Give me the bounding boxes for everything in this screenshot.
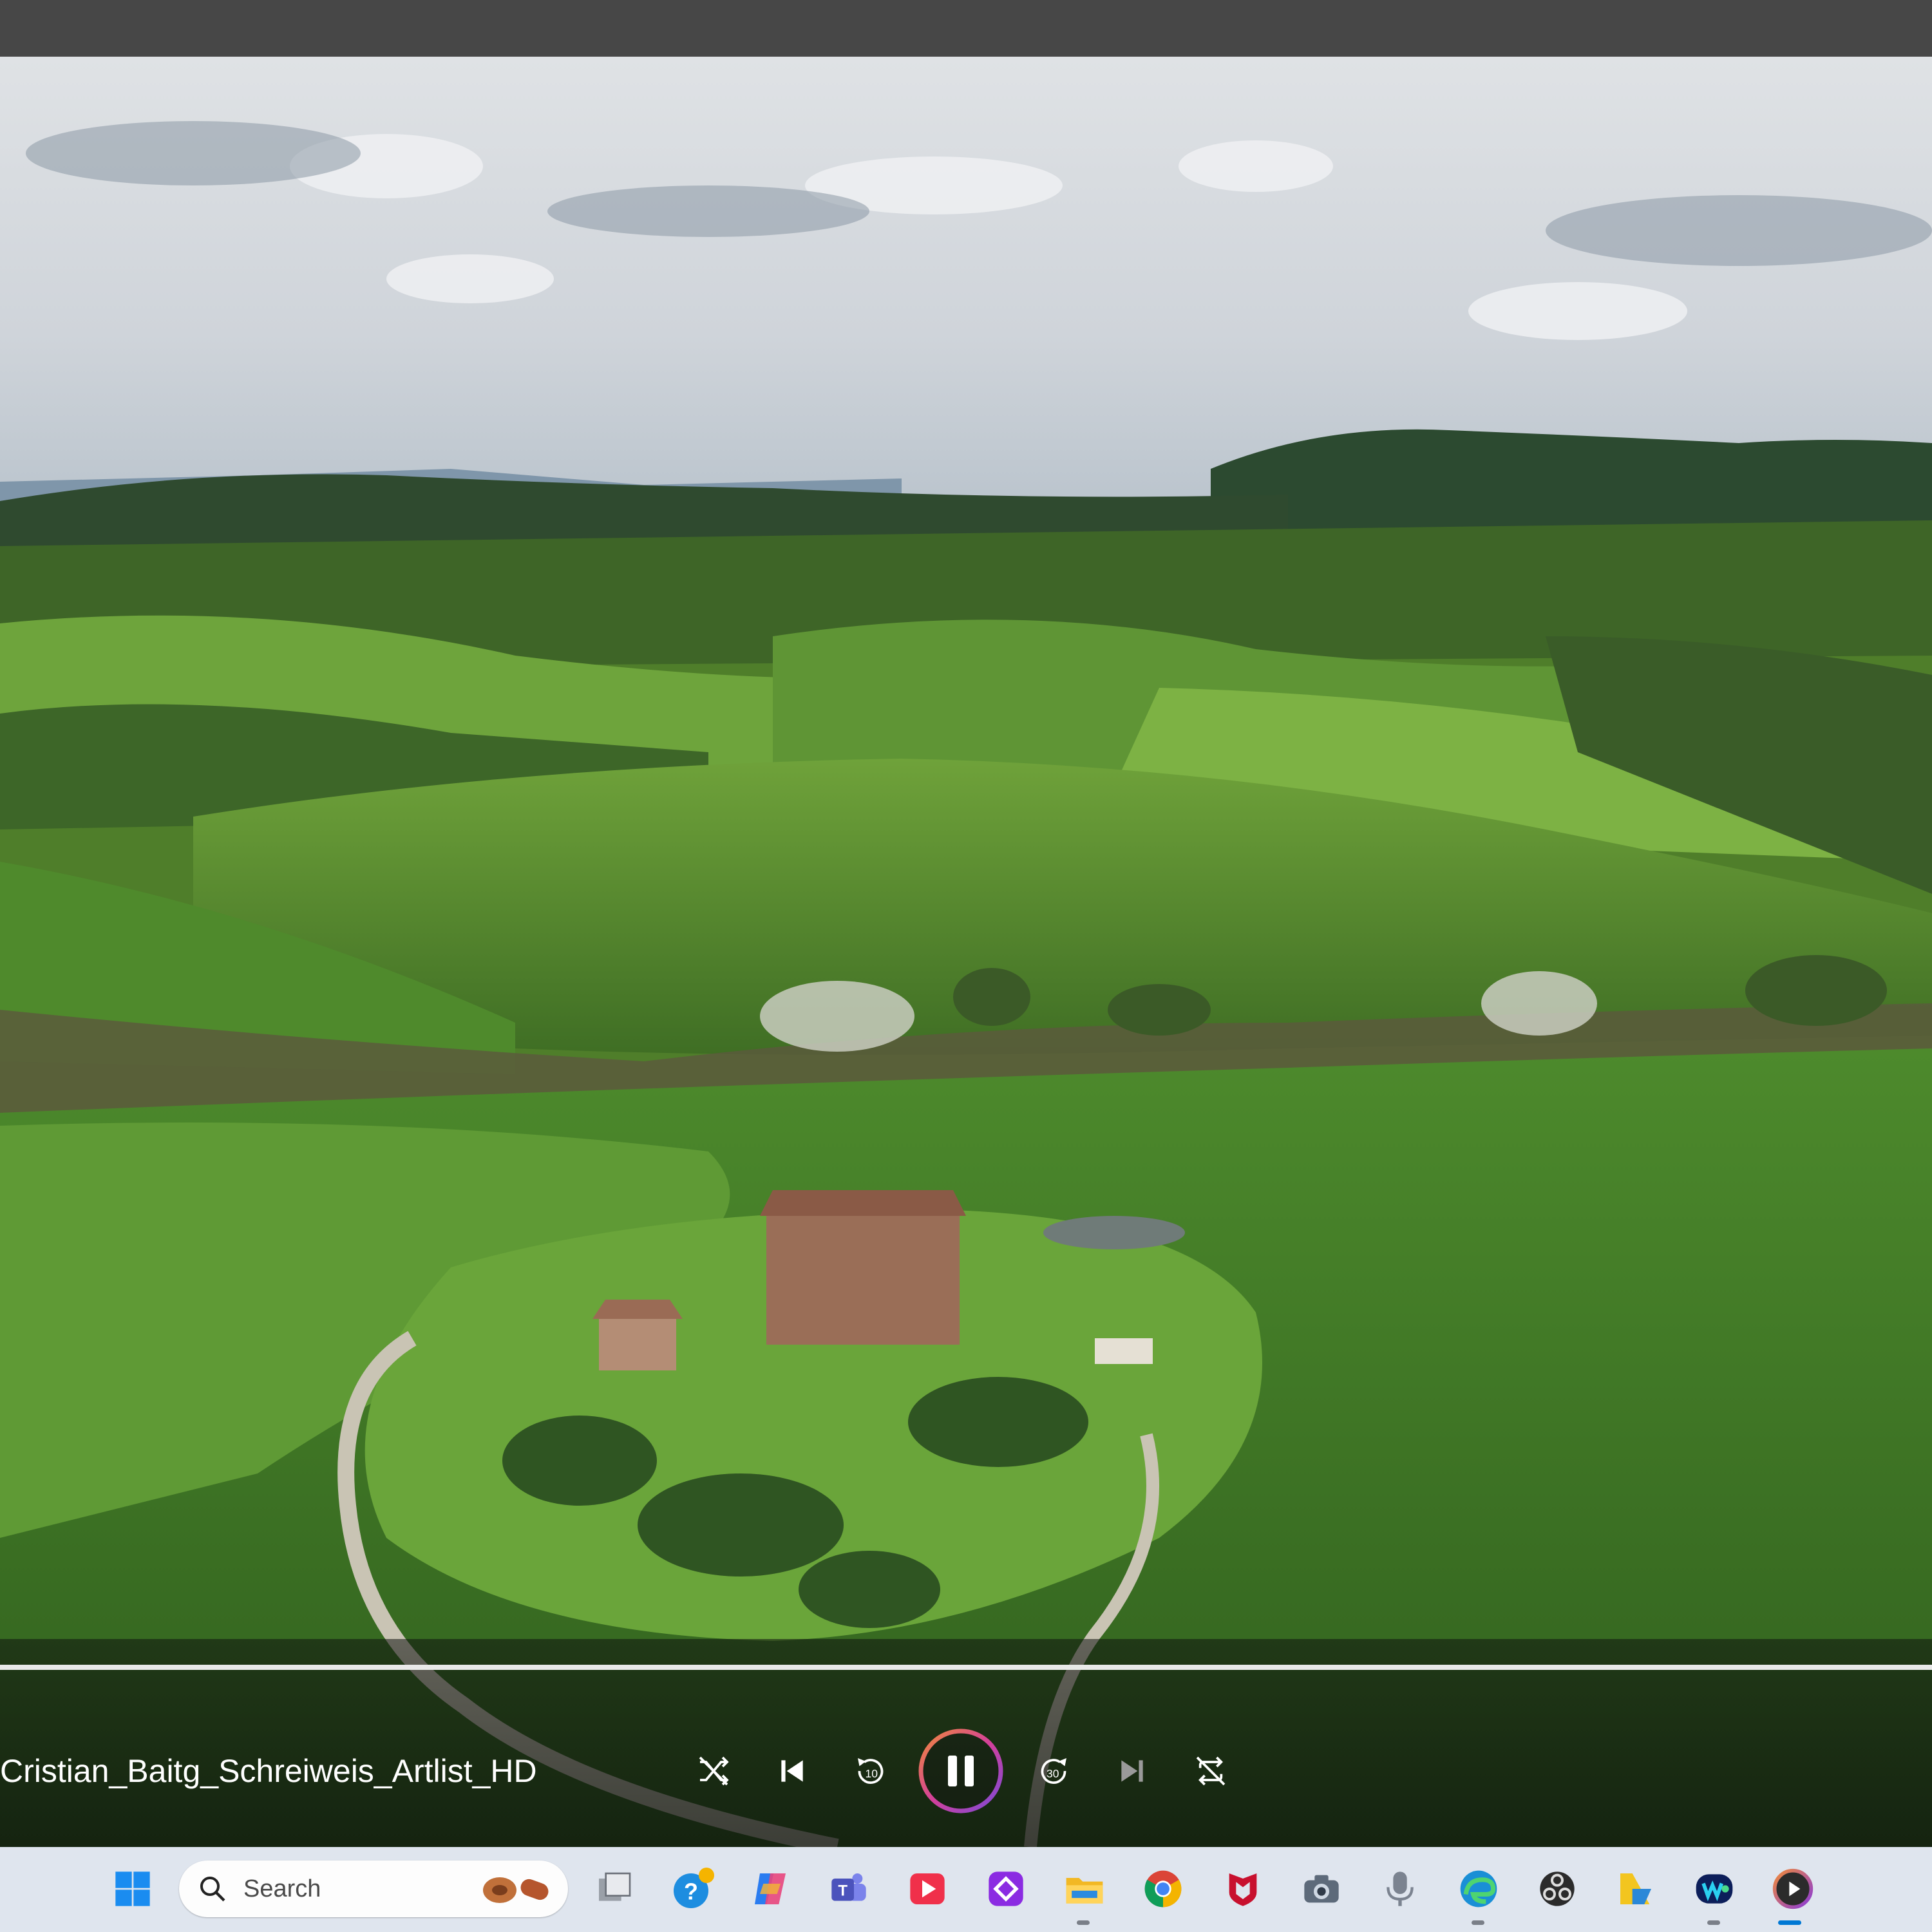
svg-text:T: T (838, 1882, 848, 1900)
copilot-icon (755, 1873, 786, 1904)
search-placeholder: Search (243, 1875, 321, 1902)
search-icon (200, 1877, 225, 1902)
taskbar-folder-app[interactable] (1610, 1863, 1662, 1915)
rewind-seconds: 10 (866, 1767, 878, 1780)
task-view-icon (599, 1872, 631, 1901)
window-title-bar (0, 0, 1932, 57)
microphone-icon (1387, 1871, 1414, 1906)
search-highlight-icon (483, 1877, 549, 1903)
shuffle-icon (699, 1756, 729, 1786)
taskbar-help[interactable]: ? (667, 1863, 719, 1915)
next-button[interactable] (1106, 1745, 1158, 1797)
taskbar-mcafee[interactable] (1217, 1863, 1269, 1915)
forward-icon: 30 (1041, 1758, 1066, 1784)
play-pause-button[interactable] (917, 1727, 1005, 1815)
taskbar-camera[interactable] (1296, 1863, 1347, 1915)
svg-text:?: ? (684, 1879, 698, 1905)
app-icon (989, 1871, 1023, 1906)
rewind-icon: 10 (858, 1758, 884, 1784)
taskbar-media-app[interactable] (902, 1863, 953, 1915)
obs-icon (1540, 1871, 1575, 1906)
seek-bar[interactable] (0, 1665, 1932, 1670)
taskbar-microphone[interactable] (1374, 1863, 1426, 1915)
chrome-icon (1144, 1870, 1182, 1908)
running-indicator (1077, 1920, 1090, 1925)
taskbar-task-view[interactable] (589, 1863, 640, 1915)
video-landscape (0, 57, 1932, 1847)
skip-previous-icon (781, 1760, 803, 1782)
folder-app-icon (1620, 1873, 1651, 1904)
help-icon: ? (674, 1868, 714, 1908)
repeat-button[interactable] (1185, 1745, 1236, 1797)
mcafee-icon (1229, 1873, 1257, 1906)
taskbar-copilot[interactable] (744, 1863, 796, 1915)
track-title: Cristian_Baitg_Schreiweis_Artlist_HD (0, 1753, 537, 1789)
start-icon (115, 1871, 150, 1906)
taskbar-media-player[interactable] (1767, 1863, 1819, 1915)
running-indicator (1472, 1920, 1484, 1925)
seek-bar-fill (0, 1665, 1932, 1670)
shuffle-button[interactable] (688, 1745, 739, 1797)
forward-seconds: 30 (1046, 1767, 1059, 1780)
start-button[interactable] (107, 1863, 158, 1915)
taskbar-webex[interactable] (1689, 1863, 1740, 1915)
taskbar-file-explorer[interactable] (1059, 1863, 1110, 1915)
taskbar-teams[interactable]: T (823, 1863, 875, 1915)
repeat-off-icon (1196, 1756, 1226, 1786)
forward-button[interactable]: 30 (1028, 1745, 1079, 1797)
file-explorer-icon (1066, 1878, 1103, 1904)
webex-icon (1696, 1874, 1733, 1904)
rewind-button[interactable]: 10 (845, 1745, 896, 1797)
taskbar-edge[interactable] (1453, 1863, 1504, 1915)
running-indicator (1707, 1920, 1720, 1925)
taskbar-obs[interactable] (1531, 1863, 1583, 1915)
taskbar-chrome[interactable] (1137, 1863, 1189, 1915)
video-frame[interactable] (0, 57, 1932, 1847)
camera-icon (1304, 1875, 1339, 1903)
active-app-indicator (1778, 1920, 1801, 1925)
previous-button[interactable] (766, 1745, 818, 1797)
teams-icon: T (831, 1873, 866, 1901)
edge-icon (1460, 1870, 1497, 1908)
pause-icon (918, 1728, 1003, 1814)
skip-next-icon (1121, 1760, 1143, 1782)
taskbar-search-box[interactable]: Search (179, 1861, 568, 1917)
media-player-icon (1772, 1868, 1814, 1909)
media-app-icon (910, 1873, 945, 1904)
taskbar-app[interactable] (980, 1863, 1032, 1915)
